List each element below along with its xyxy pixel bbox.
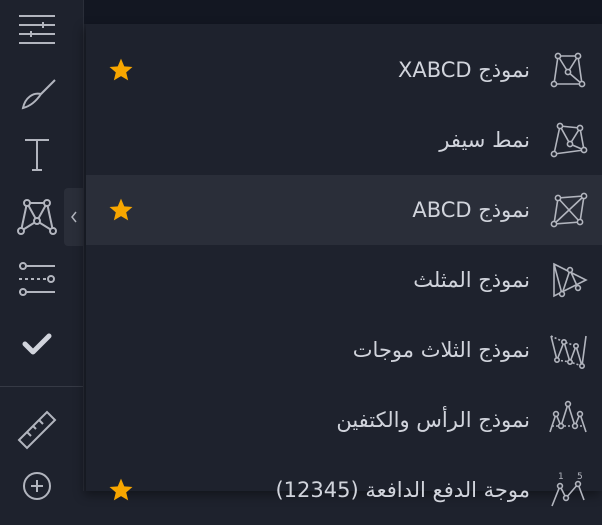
menu-item-label: نمط سيفر [439, 128, 530, 152]
ruler-icon[interactable] [12, 408, 62, 452]
menu-item-label: نموذج XABCD [397, 58, 530, 82]
head-and-shoulders-icon [549, 400, 587, 433]
chart-area [83, 0, 602, 24]
toolbar-divider [0, 386, 83, 387]
cypher-pattern-icon [550, 122, 588, 158]
prediction-measure-icon[interactable] [12, 258, 62, 302]
abcd-pattern-icon [550, 192, 588, 228]
brush-icon[interactable] [12, 72, 62, 116]
toolbar-expand-button[interactable] [64, 188, 83, 246]
patterns-menu: نموذج XABCD نمط سيفر نموذج ABCD نموذج ال… [86, 24, 602, 507]
menu-item-cypher[interactable]: نمط سيفر [86, 105, 602, 175]
svg-text:5: 5 [577, 472, 583, 482]
menu-item-head-and-shoulders[interactable]: نموذج الرأس والكتفين [86, 385, 602, 455]
triangle-pattern-icon [553, 262, 588, 298]
menu-item-label: موجة الدفع الدافعة (12345) [275, 478, 530, 502]
menu-item-elliott-impulse[interactable]: موجة الدفع الدافعة (12345) 1 5 [86, 455, 602, 525]
star-icon[interactable] [108, 477, 134, 503]
svg-text:1: 1 [558, 472, 564, 482]
menu-item-label: نموذج المثلث [413, 268, 530, 292]
chevron-left-icon [70, 211, 77, 223]
zoom-in-icon[interactable] [12, 464, 62, 508]
menu-item-label: نموذج الرأس والكتفين [336, 408, 530, 432]
pattern-icon[interactable] [12, 195, 62, 239]
drawing-toolbar [0, 0, 84, 500]
menu-item-abcd[interactable]: نموذج ABCD [86, 175, 602, 245]
menu-item-label: نموذج ABCD [412, 198, 530, 222]
star-icon[interactable] [108, 197, 134, 223]
menu-item-triangle[interactable]: نموذج المثلث [86, 245, 602, 315]
menu-item-three-drives[interactable]: نموذج الثلاث موجات [86, 315, 602, 385]
menu-item-xabcd[interactable]: نموذج XABCD [86, 35, 602, 105]
xabcd-pattern-icon [550, 52, 586, 88]
three-drives-pattern-icon [550, 335, 587, 369]
elliott-impulse-wave-icon: 1 5 [551, 472, 585, 507]
star-icon[interactable] [108, 57, 134, 83]
text-icon[interactable] [12, 132, 62, 176]
crosshair-lines-icon[interactable] [12, 8, 62, 52]
menu-item-label: نموذج الثلاث موجات [352, 338, 530, 362]
checkmark-icon[interactable] [12, 322, 62, 366]
